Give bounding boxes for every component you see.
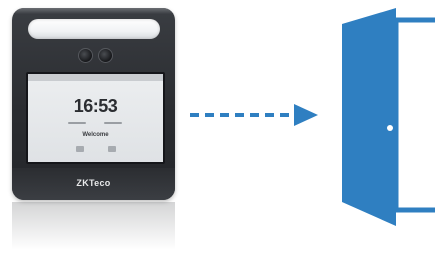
- device-light-bar: [28, 19, 160, 39]
- screen-welcome-text: Welcome: [82, 132, 109, 138]
- camera-lens-icon: [98, 48, 113, 63]
- screen-day-line: [104, 122, 122, 124]
- dashed-right-arrow-icon: [190, 104, 318, 126]
- device-reflection: [12, 202, 175, 262]
- device-screen: 16:53 Welcome: [26, 72, 165, 164]
- open-door-icon: [342, 8, 435, 226]
- device-brand-logo: ZKTeco: [76, 178, 111, 188]
- access-control-illustration: 16:53 Welcome ZKTeco: [0, 0, 435, 266]
- screen-menu-icon: [76, 146, 84, 152]
- camera-lens-icon: [78, 48, 93, 63]
- screen-status-bar: [28, 74, 163, 81]
- screen-date-line: [68, 122, 86, 124]
- access-terminal-device: 16:53 Welcome ZKTeco: [12, 8, 175, 200]
- device-top-edge: [12, 8, 175, 14]
- screen-clock: 16:53: [73, 96, 118, 116]
- screen-keypad-icon: [108, 146, 116, 152]
